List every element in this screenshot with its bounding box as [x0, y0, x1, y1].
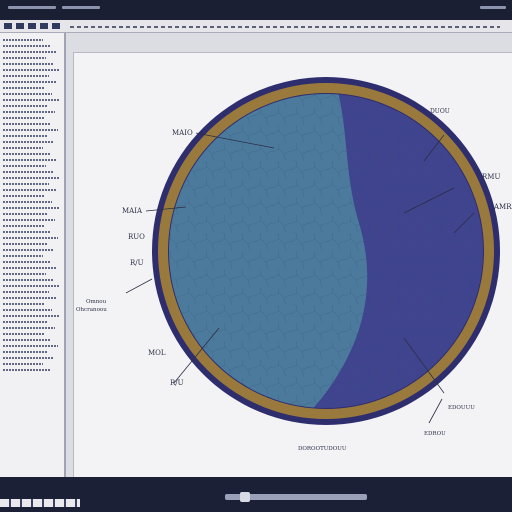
sidebar-item[interactable]: [3, 225, 44, 227]
sidebar-item[interactable]: [3, 165, 46, 167]
sidebar-item[interactable]: [3, 267, 57, 269]
sidebar-item[interactable]: [3, 195, 45, 197]
sidebar-item[interactable]: [3, 57, 46, 59]
layers-sidebar: [0, 33, 66, 477]
label-right-upper: RMU: [482, 173, 500, 181]
sidebar-item[interactable]: [3, 81, 56, 83]
sidebar-item[interactable]: [3, 159, 57, 161]
sidebar-item[interactable]: [3, 39, 43, 41]
sidebar-item[interactable]: [3, 123, 51, 125]
sidebar-item[interactable]: [3, 171, 53, 173]
save-icon[interactable]: [16, 23, 24, 29]
sidebar-title: [0, 33, 64, 35]
window-menu-strip[interactable]: [62, 6, 100, 9]
label-right-lower-2: EDROU: [424, 431, 446, 437]
sidebar-item[interactable]: [3, 357, 54, 359]
sidebar-item[interactable]: [3, 243, 47, 245]
label-left-mid: RUO: [128, 233, 145, 241]
sidebar-item[interactable]: [3, 261, 50, 263]
sidebar-item[interactable]: [3, 321, 48, 323]
redo-icon[interactable]: [40, 23, 48, 29]
sidebar-item[interactable]: [3, 153, 50, 155]
sidebar-item[interactable]: [3, 297, 56, 299]
sidebar-item[interactable]: [3, 93, 52, 95]
window-menu-strip[interactable]: [8, 6, 56, 9]
sidebar-item[interactable]: [3, 87, 45, 89]
sidebar-item[interactable]: [3, 117, 44, 119]
sidebar-item[interactable]: [3, 129, 58, 131]
label-right-top: DUOU: [430, 108, 450, 115]
canvas-area[interactable]: MAIO MAIA RUO R/U Omnou Ohcranoou MOL R/…: [66, 33, 512, 477]
label-left-mid2: R/U: [130, 259, 144, 267]
scroll-thumb[interactable]: [240, 492, 250, 502]
sidebar-item[interactable]: [3, 303, 45, 305]
sidebar-item[interactable]: [3, 363, 43, 365]
sidebar-item[interactable]: [3, 111, 55, 113]
sidebar-item[interactable]: [3, 333, 44, 335]
sidebar-item[interactable]: [3, 147, 43, 149]
sidebar-item[interactable]: [3, 75, 49, 77]
sidebar-item[interactable]: [3, 51, 57, 53]
label-top-left: MAIO: [172, 129, 193, 137]
title-bar: [0, 0, 512, 20]
sidebar-item[interactable]: [3, 201, 52, 203]
sidebar-item[interactable]: [3, 135, 47, 137]
sidebar-item[interactable]: [3, 177, 60, 179]
document-page[interactable]: MAIO MAIA RUO R/U Omnou Ohcranoou MOL R/…: [74, 53, 512, 477]
sidebar-item[interactable]: [3, 279, 53, 281]
page-tabs[interactable]: [0, 499, 80, 507]
sidebar-item[interactable]: [3, 345, 58, 347]
sidebar-item[interactable]: [3, 231, 51, 233]
sidebar-item[interactable]: [3, 213, 48, 215]
sidebar-item[interactable]: [3, 105, 48, 107]
window-controls[interactable]: [480, 6, 506, 9]
globe-diagram: MAIO MAIA RUO R/U Omnou Ohcranoou MOL R/…: [76, 77, 512, 452]
label-left-upper: MAIA: [122, 207, 143, 215]
label-left-bottom-1: MOL: [148, 349, 166, 357]
sidebar-list[interactable]: [0, 39, 64, 371]
sidebar-item[interactable]: [3, 339, 51, 341]
sidebar-item[interactable]: [3, 189, 56, 191]
label-left-lower-2: Ohcranoou: [76, 307, 107, 313]
label-left-bottom-2: R/U: [170, 379, 184, 387]
sidebar-item[interactable]: [3, 309, 52, 311]
sidebar-item[interactable]: [3, 99, 59, 101]
sidebar-item[interactable]: [3, 45, 50, 47]
sidebar-item[interactable]: [3, 369, 50, 371]
sidebar-item[interactable]: [3, 141, 54, 143]
undo-icon[interactable]: [28, 23, 36, 29]
sidebar-item[interactable]: [3, 69, 60, 71]
sidebar-item[interactable]: [3, 285, 60, 287]
label-right-lower-1: EDOUUU: [448, 405, 475, 411]
label-right-mid: AMRA: [493, 203, 512, 211]
toolbar: [0, 20, 512, 33]
sidebar-item[interactable]: [3, 351, 47, 353]
file-icon[interactable]: [4, 23, 12, 29]
sidebar-item[interactable]: [3, 327, 55, 329]
label-left-lower-1: Omnou: [86, 299, 107, 305]
sidebar-item[interactable]: [3, 63, 53, 65]
sidebar-item[interactable]: [3, 315, 59, 317]
sidebar-item[interactable]: [3, 207, 59, 209]
sidebar-item[interactable]: [3, 183, 49, 185]
sidebar-item[interactable]: [3, 237, 58, 239]
sidebar-item[interactable]: [3, 219, 55, 221]
status-bar: [0, 477, 512, 512]
sidebar-item[interactable]: [3, 255, 43, 257]
sidebar-item[interactable]: [3, 273, 46, 275]
sidebar-item[interactable]: [3, 249, 54, 251]
label-bottom: DOROOTUDOUU: [298, 446, 347, 452]
zoom-icon[interactable]: [52, 23, 60, 29]
ruler: [70, 26, 500, 28]
sidebar-item[interactable]: [3, 291, 49, 293]
